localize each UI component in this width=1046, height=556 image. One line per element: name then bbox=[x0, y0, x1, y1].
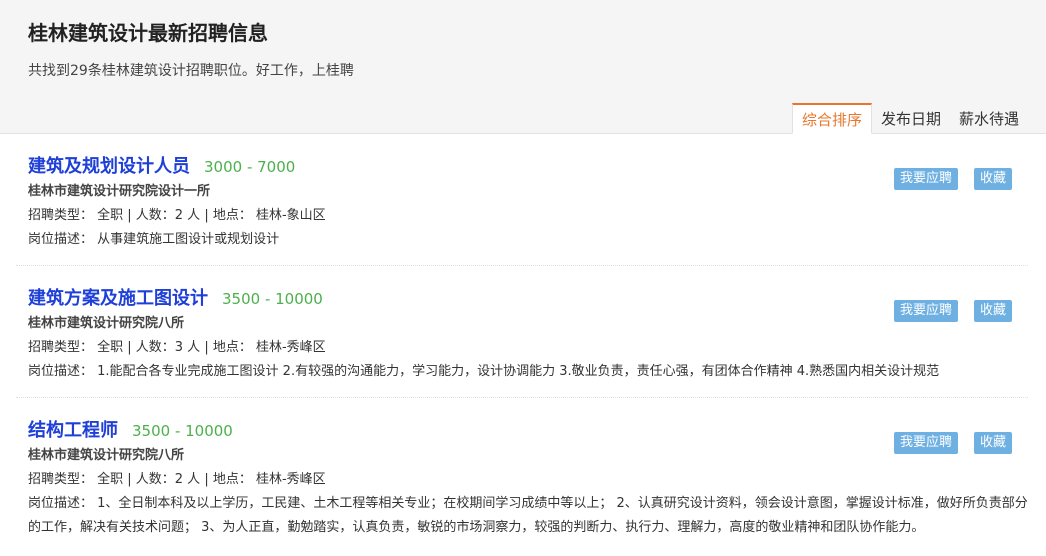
job-description: 岗位描述： 1、全日制本科及以上学历，工民建、土木工程等相关专业；在校期间学习成… bbox=[28, 496, 1028, 535]
job-title-link[interactable]: 结构工程师 bbox=[28, 416, 118, 442]
job-description: 岗位描述： 从事建筑施工图设计或规划设计 bbox=[28, 232, 280, 247]
job-meta: 招聘类型： 全职 | 人数：2 人 | 地点： 桂林-秀峰区 bbox=[28, 472, 326, 487]
job-actions: 我要应聘 收藏 bbox=[893, 300, 1012, 322]
job-salary: 3500 - 10000 bbox=[222, 290, 323, 308]
sort-tabs: 综合排序 发布日期 薪水待遇 bbox=[791, 103, 1028, 134]
job-actions: 我要应聘 收藏 bbox=[893, 432, 1012, 454]
job-listing: 建筑及规划设计人员 3000 - 7000 桂林市建筑设计研究院设计一所 招聘类… bbox=[16, 134, 1028, 266]
apply-button[interactable]: 我要应聘 bbox=[893, 300, 958, 322]
apply-button[interactable]: 我要应聘 bbox=[893, 432, 958, 454]
job-company: 桂林市建筑设计研究院八所 bbox=[28, 448, 185, 463]
job-title-link[interactable]: 建筑及规划设计人员 bbox=[28, 152, 190, 178]
job-meta: 招聘类型： 全职 | 人数：2 人 | 地点： 桂林-象山区 bbox=[28, 208, 326, 223]
tab-sort-salary[interactable]: 薪水待遇 bbox=[950, 104, 1028, 134]
job-company: 桂林市建筑设计研究院设计一所 bbox=[28, 184, 211, 199]
job-description: 岗位描述： 1.能配合各专业完成施工图设计 2.有较强的沟通能力，学习能力，设计… bbox=[28, 364, 940, 379]
page-title: 桂林建筑设计最新招聘信息 bbox=[28, 21, 268, 45]
job-header: 建筑及规划设计人员 3000 - 7000 bbox=[28, 152, 1028, 178]
save-button[interactable]: 收藏 bbox=[973, 168, 1012, 190]
job-meta: 招聘类型： 全职 | 人数：3 人 | 地点： 桂林-秀峰区 bbox=[28, 340, 326, 355]
job-title-link[interactable]: 建筑方案及施工图设计 bbox=[28, 284, 208, 310]
save-button[interactable]: 收藏 bbox=[973, 300, 1012, 322]
job-actions: 我要应聘 收藏 bbox=[893, 168, 1012, 190]
tab-sort-date[interactable]: 发布日期 bbox=[872, 104, 950, 134]
save-button[interactable]: 收藏 bbox=[973, 432, 1012, 454]
tab-sort-overall[interactable]: 综合排序 bbox=[791, 103, 872, 134]
apply-button[interactable]: 我要应聘 bbox=[893, 168, 958, 190]
job-company: 桂林市建筑设计研究院八所 bbox=[28, 316, 185, 331]
page-subtitle: 共找到29条桂林建筑设计招聘职位。好工作，上桂聘 bbox=[28, 63, 354, 79]
job-salary: 3000 - 7000 bbox=[204, 158, 296, 176]
job-listing: 结构工程师 3500 - 10000 桂林市建筑设计研究院八所 招聘类型： 全职… bbox=[16, 398, 1028, 554]
job-listing: 建筑方案及施工图设计 3500 - 10000 桂林市建筑设计研究院八所 招聘类… bbox=[16, 266, 1028, 398]
job-header: 结构工程师 3500 - 10000 bbox=[28, 416, 1028, 442]
job-header: 建筑方案及施工图设计 3500 - 10000 bbox=[28, 284, 1028, 310]
page-header: 桂林建筑设计最新招聘信息 共找到29条桂林建筑设计招聘职位。好工作，上桂聘 综合… bbox=[0, 0, 1046, 134]
job-salary: 3500 - 10000 bbox=[132, 422, 233, 440]
